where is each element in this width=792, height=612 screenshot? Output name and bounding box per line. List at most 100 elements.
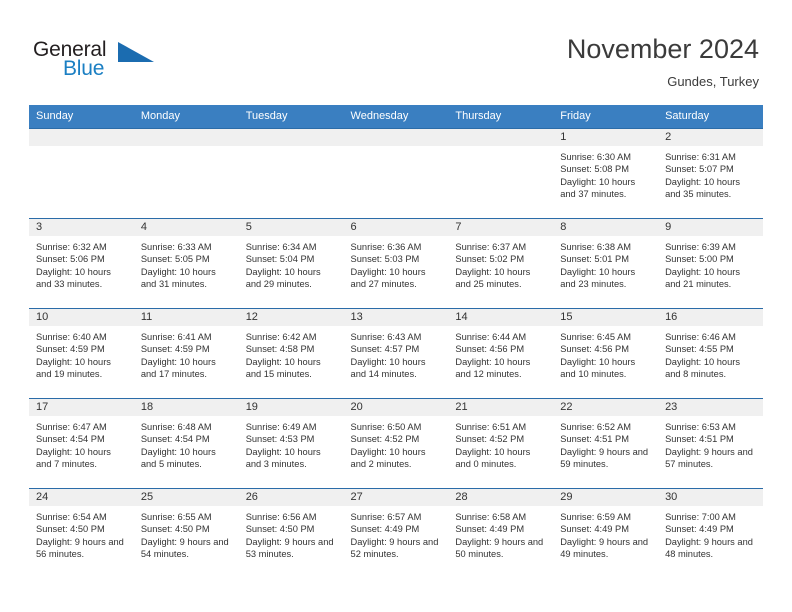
calendar-day-cell[interactable]: 12 Sunrise: 6:42 AM Sunset: 4:58 PM Dayligh… <box>238 308 344 399</box>
logo-triangle-icon <box>118 42 154 62</box>
calendar-day-cell[interactable]: 25 Sunrise: 6:55 AM Sunset: 4:50 PM Dayligh… <box>133 488 239 578</box>
sunset-text: Sunset: 4:52 PM <box>350 434 420 445</box>
sunrise-text: Sunrise: 6:50 AM <box>350 422 422 432</box>
calendar-day-cell[interactable]: 3 Sunrise: 6:32 AM Sunset: 5:06 PM Daylight… <box>29 218 134 309</box>
day-details: Sunrise: 7:00 AM Sunset: 4:49 PM Daylight:… <box>658 506 763 560</box>
title-block: November 2024 Gundes, Turkey <box>567 33 759 90</box>
calendar-day-cell[interactable]: 27 Sunrise: 6:57 AM Sunset: 4:49 PM Dayligh… <box>343 488 449 578</box>
sunset-text: Sunset: 4:49 PM <box>560 524 629 535</box>
daylight-text: Daylight: 10 hours and 2 minutes. <box>350 446 426 469</box>
calendar-day-cell[interactable]: 9 Sunrise: 6:39 AM Sunset: 5:00 PM Daylight… <box>658 218 763 309</box>
day-number: 17 <box>29 399 134 416</box>
sunrise-text: Sunrise: 6:41 AM <box>140 332 212 342</box>
calendar-day-cell[interactable]: 26 Sunrise: 6:56 AM Sunset: 4:50 PM Dayligh… <box>238 488 344 578</box>
daylight-text: Daylight: 9 hours and 50 minutes. <box>455 536 544 559</box>
day-details: Sunrise: 6:55 AM Sunset: 4:50 PM Daylight:… <box>134 506 239 560</box>
day-details: Sunrise: 6:36 AM Sunset: 5:03 PM Daylight:… <box>344 236 449 290</box>
day-number: 25 <box>133 489 239 506</box>
day-details: Sunrise: 6:48 AM Sunset: 4:54 PM Daylight:… <box>134 416 239 470</box>
calendar-day-cell-empty <box>343 128 449 219</box>
daylight-text: Daylight: 10 hours and 33 minutes. <box>36 266 111 289</box>
sunrise-text: Sunrise: 6:39 AM <box>665 242 736 252</box>
calendar-day-cell[interactable]: 18 Sunrise: 6:48 AM Sunset: 4:54 PM Dayligh… <box>133 398 239 489</box>
sunrise-text: Sunrise: 6:38 AM <box>560 242 632 252</box>
calendar-day-cell[interactable]: 13 Sunrise: 6:43 AM Sunset: 4:57 PM Dayligh… <box>343 308 449 399</box>
weekday-header-monday: Monday <box>133 105 239 129</box>
calendar-day-cell[interactable]: 21 Sunrise: 6:51 AM Sunset: 4:52 PM Dayligh… <box>448 398 554 489</box>
daylight-text: Daylight: 10 hours and 5 minutes. <box>140 446 216 469</box>
calendar-day-cell[interactable]: 22 Sunrise: 6:52 AM Sunset: 4:51 PM Dayligh… <box>553 398 659 489</box>
sunrise-text: Sunrise: 6:34 AM <box>245 242 317 252</box>
day-number: 12 <box>238 309 344 326</box>
calendar-day-cell-empty <box>29 128 134 219</box>
day-number: 4 <box>133 219 239 236</box>
calendar-day-cell[interactable]: 7 Sunrise: 6:37 AM Sunset: 5:02 PM Daylight… <box>448 218 554 309</box>
location-subtitle: Gundes, Turkey <box>667 74 759 89</box>
day-number: 5 <box>238 219 344 236</box>
day-details: Sunrise: 6:54 AM Sunset: 4:50 PM Daylight:… <box>29 506 134 560</box>
daylight-text: Daylight: 10 hours and 23 minutes. <box>560 266 636 289</box>
day-number: 29 <box>553 489 659 506</box>
day-details: Sunrise: 6:52 AM Sunset: 4:51 PM Daylight:… <box>553 416 658 470</box>
day-number <box>343 129 449 146</box>
general-blue-logo[interactable]: General Blue <box>33 38 163 84</box>
calendar-day-cell[interactable]: 30 Sunrise: 7:00 AM Sunset: 4:49 PM Dayligh… <box>658 488 763 578</box>
day-details: Sunrise: 6:58 AM Sunset: 4:49 PM Daylight:… <box>448 506 553 560</box>
calendar-day-cell[interactable]: 6 Sunrise: 6:36 AM Sunset: 5:03 PM Daylight… <box>343 218 449 309</box>
calendar-day-cell[interactable]: 1 Sunrise: 6:30 AM Sunset: 5:08 PM Daylight… <box>553 128 659 219</box>
calendar-day-cell[interactable]: 23 Sunrise: 6:53 AM Sunset: 4:51 PM Dayligh… <box>658 398 763 489</box>
daylight-text: Daylight: 10 hours and 14 minutes. <box>350 356 426 379</box>
calendar-body: 1 Sunrise: 6:30 AM Sunset: 5:08 PM Daylight… <box>29 128 763 578</box>
calendar-day-cell[interactable]: 11 Sunrise: 6:41 AM Sunset: 4:59 PM Dayligh… <box>133 308 239 399</box>
day-details: Sunrise: 6:41 AM Sunset: 4:59 PM Daylight:… <box>134 326 239 380</box>
sunset-text: Sunset: 4:53 PM <box>245 434 315 445</box>
day-details: Sunrise: 6:44 AM Sunset: 4:56 PM Daylight:… <box>448 326 553 380</box>
calendar-day-cell-empty <box>133 128 239 219</box>
calendar-day-cell[interactable]: 8 Sunrise: 6:38 AM Sunset: 5:01 PM Daylight… <box>553 218 659 309</box>
day-number: 6 <box>343 219 449 236</box>
sunrise-text: Sunrise: 6:30 AM <box>560 152 632 162</box>
daylight-text: Daylight: 9 hours and 57 minutes. <box>665 446 753 469</box>
sunset-text: Sunset: 4:49 PM <box>455 524 525 535</box>
day-number: 9 <box>658 219 763 236</box>
sunset-text: Sunset: 4:52 PM <box>455 434 525 445</box>
sunset-text: Sunset: 4:56 PM <box>455 344 525 355</box>
sunrise-text: Sunrise: 6:59 AM <box>560 512 632 522</box>
sunset-text: Sunset: 4:50 PM <box>140 524 210 535</box>
calendar-grid: Sunday Monday Tuesday Wednesday Thursday… <box>29 105 763 578</box>
calendar-day-cell[interactable]: 10 Sunrise: 6:40 AM Sunset: 4:59 PM Dayligh… <box>29 308 134 399</box>
daylight-text: Daylight: 10 hours and 0 minutes. <box>455 446 531 469</box>
day-number: 19 <box>238 399 344 416</box>
day-details: Sunrise: 6:38 AM Sunset: 5:01 PM Daylight:… <box>553 236 658 290</box>
day-number: 30 <box>658 489 763 506</box>
calendar-day-cell[interactable]: 2 Sunrise: 6:31 AM Sunset: 5:07 PM Daylight… <box>658 128 763 219</box>
calendar-day-cell[interactable]: 19 Sunrise: 6:49 AM Sunset: 4:53 PM Dayligh… <box>238 398 344 489</box>
day-number <box>238 129 344 146</box>
sunset-text: Sunset: 5:06 PM <box>36 254 105 265</box>
daylight-text: Daylight: 9 hours and 54 minutes. <box>140 536 229 559</box>
calendar-day-cell[interactable]: 17 Sunrise: 6:47 AM Sunset: 4:54 PM Dayligh… <box>29 398 134 489</box>
calendar-day-cell[interactable]: 14 Sunrise: 6:44 AM Sunset: 4:56 PM Dayligh… <box>448 308 554 399</box>
day-number: 10 <box>29 309 134 326</box>
calendar-day-cell[interactable]: 29 Sunrise: 6:59 AM Sunset: 4:49 PM Dayligh… <box>553 488 659 578</box>
day-details: Sunrise: 6:51 AM Sunset: 4:52 PM Daylight:… <box>448 416 553 470</box>
daylight-text: Daylight: 9 hours and 56 minutes. <box>36 536 124 559</box>
sunrise-text: Sunrise: 6:56 AM <box>245 512 317 522</box>
sunrise-text: Sunrise: 6:53 AM <box>665 422 736 432</box>
daylight-text: Daylight: 10 hours and 12 minutes. <box>455 356 531 379</box>
day-number: 26 <box>238 489 344 506</box>
calendar-week-row: 24 Sunrise: 6:54 AM Sunset: 4:50 PM Dayligh… <box>29 488 763 578</box>
calendar-day-cell[interactable]: 24 Sunrise: 6:54 AM Sunset: 4:50 PM Dayligh… <box>29 488 134 578</box>
day-details: Sunrise: 6:34 AM Sunset: 5:04 PM Daylight:… <box>239 236 344 290</box>
calendar-day-cell[interactable]: 28 Sunrise: 6:58 AM Sunset: 4:49 PM Dayligh… <box>448 488 554 578</box>
sunset-text: Sunset: 5:07 PM <box>665 164 734 175</box>
calendar-week-row: 1 Sunrise: 6:30 AM Sunset: 5:08 PM Daylight… <box>29 128 763 219</box>
day-number <box>133 129 239 146</box>
calendar-day-cell[interactable]: 16 Sunrise: 6:46 AM Sunset: 4:55 PM Dayligh… <box>658 308 763 399</box>
daylight-text: Daylight: 10 hours and 17 minutes. <box>140 356 216 379</box>
day-details: Sunrise: 6:42 AM Sunset: 4:58 PM Daylight:… <box>239 326 344 380</box>
calendar-day-cell[interactable]: 15 Sunrise: 6:45 AM Sunset: 4:56 PM Dayligh… <box>553 308 659 399</box>
calendar-day-cell[interactable]: 20 Sunrise: 6:50 AM Sunset: 4:52 PM Dayligh… <box>343 398 449 489</box>
calendar-day-cell[interactable]: 4 Sunrise: 6:33 AM Sunset: 5:05 PM Daylight… <box>133 218 239 309</box>
calendar-day-cell[interactable]: 5 Sunrise: 6:34 AM Sunset: 5:04 PM Daylight… <box>238 218 344 309</box>
